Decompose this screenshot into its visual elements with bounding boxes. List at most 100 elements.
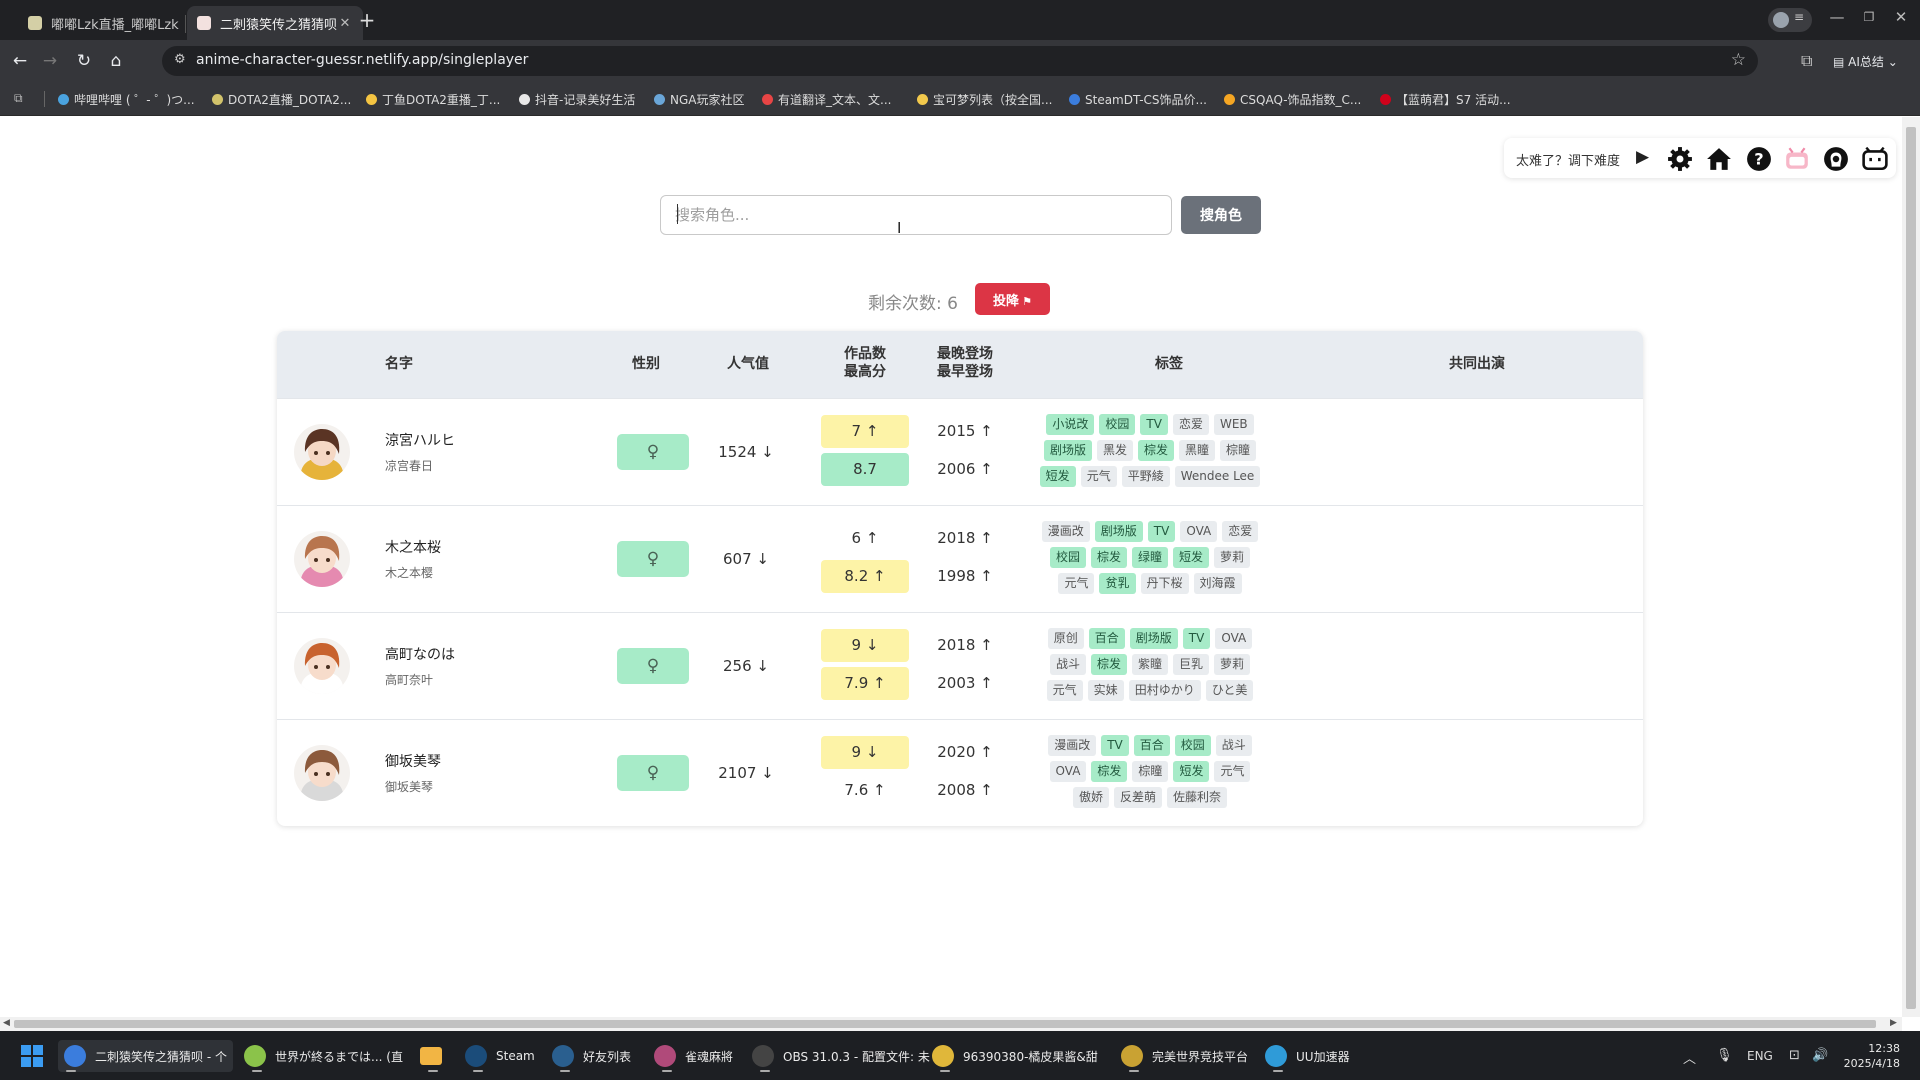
- bookmark-item[interactable]: 有道翻译_文本、文...: [762, 90, 891, 108]
- bangumi-icon[interactable]: [1784, 146, 1810, 172]
- top-score: 8.2 ↑: [821, 560, 909, 593]
- taskbar-app-label: OBS 31.0.3 - 配置文件: 未: [783, 1049, 930, 1064]
- reload-icon[interactable]: ↻: [72, 49, 96, 73]
- taskbar-app-label: 二刺猿笑传之猜猜呗 - 个: [95, 1049, 227, 1064]
- bookmark-item[interactable]: NGA玩家社区: [654, 90, 745, 108]
- home-icon[interactable]: [1706, 146, 1732, 172]
- address-bar: ← → ↻ ⌂ ⚙ anime-character-guessr.netlify…: [0, 40, 1920, 82]
- tag-list: 漫画改 剧场版 TV OVA 恋爱 校园 棕发 绿瞳 短发 萝莉 元气 贫乳 丹下桜 刘海霞: [1037, 521, 1263, 594]
- taskbar-app[interactable]: 好友列表: [552, 1040, 631, 1072]
- close-tab-icon[interactable]: ✕: [337, 16, 353, 31]
- running-indicator: [560, 1070, 570, 1072]
- tag-list: 小说改 校园 TV 恋爱 WEB 剧场版 黑发 棕发 黑瞳 棕瞳 短发 元气 平野綾 Wendee Lee: [1037, 414, 1263, 487]
- new-tab-button[interactable]: +: [355, 8, 379, 32]
- running-indicator: [940, 1070, 950, 1072]
- scrollbar-thumb[interactable]: [14, 1020, 1876, 1028]
- network-icon[interactable]: ⊡: [1789, 1048, 1800, 1063]
- bookmark-label: 【蓝萌君】S7 活动...: [1396, 92, 1511, 107]
- bookmark-item[interactable]: 哔哩哔哩 ( ゜- ゜)つ...: [58, 90, 195, 108]
- gender-female-icon: ♀: [617, 755, 689, 791]
- extensions-icon[interactable]: ⧉: [1801, 51, 1812, 71]
- bookmark-item[interactable]: DOTA2直播_DOTA2...: [212, 90, 351, 108]
- taskbar-app[interactable]: 完美世界竞技平台: [1121, 1040, 1248, 1072]
- tag-chip: 校园: [1174, 735, 1211, 756]
- top-score: 7.6 ↑: [844, 781, 886, 799]
- tag-chip: 棕发: [1091, 761, 1128, 782]
- taskbar-app-icon: [64, 1045, 86, 1067]
- table-row: 木之本桜 木之本樱 ♀ 607 ↓ 6 ↑ 8.2 ↑ 2018 ↑ 1998 ↑ 漫画改 剧场版…: [277, 505, 1643, 612]
- url-omnibox[interactable]: ⚙ anime-character-guessr.netlify.app/sin…: [162, 46, 1758, 76]
- language-indicator[interactable]: ENG: [1747, 1049, 1773, 1063]
- microphone-icon[interactable]: 🎙: [1716, 1048, 1733, 1063]
- profile-button[interactable]: ≡: [1768, 8, 1812, 32]
- character-name: 高町なのは: [385, 647, 455, 663]
- difficulty-control-panel: 太难了？调下难度 ▶ ?: [1504, 138, 1896, 178]
- tag-chip: 百合: [1088, 628, 1125, 649]
- help-icon[interactable]: ?: [1746, 146, 1772, 172]
- tag-chip: 黑发: [1096, 440, 1133, 461]
- latest-appearance: 2015 ↑: [937, 422, 993, 440]
- horizontal-scrollbar[interactable]: ◀ ▶: [0, 1017, 1902, 1031]
- home-icon[interactable]: ⌂: [104, 49, 128, 73]
- bookmark-item[interactable]: 抖音-记录美好生活: [519, 90, 635, 108]
- search-input[interactable]: [675, 204, 1155, 226]
- bilibili-icon[interactable]: [1862, 146, 1888, 172]
- bookmark-item[interactable]: SteamDT-CS饰品价...: [1069, 90, 1207, 108]
- bookmark-item[interactable]: 丁鱼DOTA2重播_丁...: [366, 90, 500, 108]
- taskbar-app[interactable]: 二刺猿笑传之猜猜呗 - 个: [58, 1040, 233, 1072]
- back-icon[interactable]: ←: [8, 49, 32, 73]
- apps-icon[interactable]: ⧉: [14, 91, 23, 106]
- text-caret: [677, 204, 678, 224]
- volume-icon[interactable]: 🔊: [1812, 1048, 1828, 1063]
- popularity-value: 607 ↓: [723, 550, 769, 568]
- browser-tab-1[interactable]: 嘟嘟Lzk直播_嘟嘟Lzk: [18, 6, 194, 40]
- taskbar-app-label: UU加速器: [1296, 1049, 1350, 1064]
- site-info-icon[interactable]: ⚙: [174, 52, 186, 67]
- earliest-appearance: 1998 ↑: [937, 567, 993, 585]
- url-text[interactable]: anime-character-guessr.netlify.app/singl…: [196, 52, 528, 68]
- character-avatar: [294, 424, 350, 480]
- tag-chip: 丹下桜: [1140, 573, 1189, 594]
- forward-icon[interactable]: →: [38, 49, 62, 73]
- windows-start-icon[interactable]: [21, 1045, 43, 1067]
- header-tags: 标签: [1155, 356, 1183, 372]
- latest-appearance: 2020 ↑: [937, 743, 993, 761]
- scrollbar-thumb[interactable]: [1906, 127, 1916, 1009]
- taskbar-app[interactable]: 96390380-橘皮果酱&甜: [932, 1040, 1098, 1072]
- tray-expand-icon[interactable]: ︿: [1683, 1048, 1696, 1067]
- bookmark-item[interactable]: 【蓝萌君】S7 活动...: [1380, 90, 1511, 108]
- running-indicator: [252, 1070, 262, 1072]
- system-clock[interactable]: 12:38 2025/4/18: [1842, 1041, 1900, 1071]
- tag-chip: 剧场版: [1129, 628, 1178, 649]
- browser-tab-2-active[interactable]: 二刺猿笑传之猜猜呗 ✕: [187, 6, 363, 40]
- header-name: 名字: [385, 356, 413, 372]
- scroll-right-icon[interactable]: ▶: [1890, 1018, 1897, 1028]
- minimize-icon[interactable]: —: [1822, 8, 1852, 26]
- vertical-scrollbar[interactable]: [1902, 117, 1920, 1017]
- ai-summary-button[interactable]: ▤ AI总结 ⌄: [1833, 53, 1898, 70]
- taskbar-app[interactable]: [420, 1040, 442, 1072]
- bookmark-favicon-icon: [1069, 93, 1080, 105]
- close-window-icon[interactable]: ✕: [1886, 8, 1916, 26]
- bookmark-star-icon[interactable]: ☆: [1731, 50, 1746, 70]
- tag-chip: 元气: [1058, 573, 1095, 594]
- bookmark-item[interactable]: CSQAQ-饰品指数_C...: [1224, 90, 1361, 108]
- taskbar-app[interactable]: UU加速器: [1265, 1040, 1350, 1072]
- taskbar-app[interactable]: 世界が終るまでは... (直: [244, 1040, 403, 1072]
- flag-icon: ⚑: [1022, 294, 1032, 308]
- tag-chip: Wendee Lee: [1174, 466, 1261, 487]
- taskbar-app-icon: [654, 1045, 676, 1067]
- settings-icon[interactable]: [1667, 146, 1693, 172]
- restore-icon[interactable]: ❐: [1854, 10, 1884, 24]
- play-icon[interactable]: ▶: [1636, 147, 1649, 167]
- github-icon[interactable]: [1823, 146, 1849, 172]
- surrender-button[interactable]: 投降 ⚑: [975, 283, 1050, 315]
- taskbar-app[interactable]: Steam: [465, 1040, 535, 1072]
- tag-chip: 佐藤利奈: [1167, 787, 1228, 808]
- taskbar-app-icon: [752, 1045, 774, 1067]
- scroll-left-icon[interactable]: ◀: [3, 1018, 10, 1028]
- search-button[interactable]: 搜角色: [1181, 196, 1261, 234]
- taskbar-app[interactable]: OBS 31.0.3 - 配置文件: 未: [752, 1040, 930, 1072]
- bookmark-item[interactable]: 宝可梦列表（按全国...: [917, 90, 1052, 108]
- taskbar-app[interactable]: 雀魂麻將: [654, 1040, 733, 1072]
